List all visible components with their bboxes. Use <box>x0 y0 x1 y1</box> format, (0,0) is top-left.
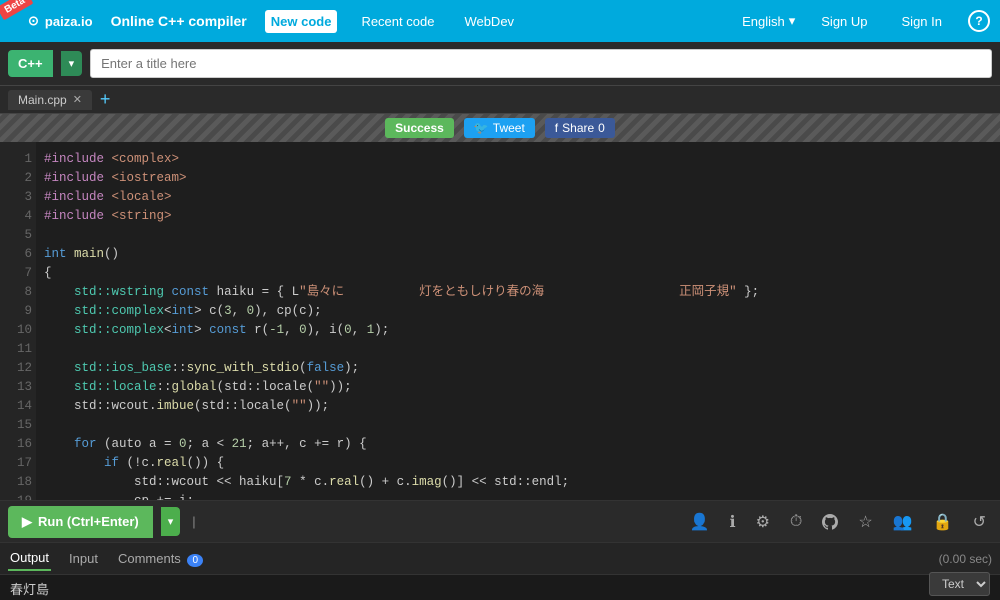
bottom-toolbar: ▶ Run (Ctrl+Enter) ▾ | 👤 ℹ ⚙ ⏱ ☆ 👥 🔒 ↺ <box>0 500 1000 542</box>
language-label: English <box>742 14 785 29</box>
signin-button[interactable]: Sign In <box>894 10 950 33</box>
success-badge: Success <box>385 118 454 138</box>
output-tabs: Output Input Comments 0 (0.00 sec) <box>0 543 1000 575</box>
output-panel: Output Input Comments 0 (0.00 sec) 春灯島 な… <box>0 542 1000 600</box>
code-content[interactable]: #include <complex> #include <iostream> #… <box>36 142 1000 500</box>
top-nav: Beta ⊙ paiza.io Online C++ compiler New … <box>0 0 1000 42</box>
app-wrapper: Beta ⊙ paiza.io Online C++ compiler New … <box>0 0 1000 600</box>
output-time: (0.00 sec) <box>939 552 992 566</box>
tab-comments[interactable]: Comments 0 <box>116 547 205 570</box>
language-dropdown[interactable]: C++ <box>8 50 53 77</box>
toolbar: C++ ▾ <box>0 42 1000 86</box>
help-icon[interactable]: ? <box>968 10 990 32</box>
logo-area: ⊙ paiza.io <box>28 13 93 29</box>
nav-new-code[interactable]: New code <box>265 10 338 33</box>
output-footer: Text <box>919 568 1000 600</box>
refresh-icon[interactable]: ↺ <box>967 512 992 532</box>
github-icon[interactable] <box>816 514 844 530</box>
tab-add-button[interactable]: + <box>96 89 115 110</box>
community-icon[interactable]: 👥 <box>887 512 919 532</box>
tweet-label: Tweet <box>493 121 525 135</box>
language-select[interactable]: English ▾ <box>742 13 795 29</box>
tab-filename: Main.cpp <box>18 93 67 107</box>
line-numbers: 12345 678910 1112131415 1617181920 21222… <box>0 142 36 500</box>
code-editor[interactable]: 12345 678910 1112131415 1617181920 21222… <box>0 142 1000 500</box>
tweet-button[interactable]: 🐦 Tweet <box>464 118 535 138</box>
fb-share-label: Share <box>562 121 594 135</box>
signup-button[interactable]: Sign Up <box>813 10 875 33</box>
settings-icon[interactable]: ⚙ <box>750 512 776 532</box>
fb-share-count: 0 <box>598 121 605 135</box>
profile-icon[interactable]: 👤 <box>684 512 716 532</box>
language-dropdown-arrow[interactable]: ▾ <box>61 51 83 76</box>
text-format-select[interactable]: Text <box>929 572 990 596</box>
cursor-indicator: | <box>188 514 199 529</box>
tab-input[interactable]: Input <box>67 547 100 570</box>
output-line-1: 春灯島 <box>10 581 990 600</box>
logo-icon: ⊙ <box>28 13 39 29</box>
facebook-icon: f <box>555 121 558 135</box>
run-icon: ▶ <box>22 514 32 530</box>
compiler-title: Online C++ compiler <box>111 13 247 29</box>
tabs-row: Main.cpp ✕ + <box>0 86 1000 114</box>
nav-webdev[interactable]: WebDev <box>458 10 520 33</box>
output-content: 春灯島 な々 <box>0 575 1000 600</box>
run-button-arrow[interactable]: ▾ <box>161 507 181 536</box>
run-button[interactable]: ▶ Run (Ctrl+Enter) <box>8 506 153 538</box>
run-label: Run (Ctrl+Enter) <box>38 514 139 529</box>
tab-main-cpp[interactable]: Main.cpp ✕ <box>8 90 92 110</box>
clock-icon[interactable]: ⏱ <box>784 513 808 531</box>
logo-name: paiza.io <box>45 14 93 29</box>
comments-badge: 0 <box>187 554 203 567</box>
star-icon[interactable]: ☆ <box>852 512 878 532</box>
title-input[interactable] <box>90 49 992 78</box>
tab-close-icon[interactable]: ✕ <box>73 93 82 106</box>
lock-icon[interactable]: 🔒 <box>927 512 959 532</box>
nav-recent-code[interactable]: Recent code <box>355 10 440 33</box>
status-bar: Success 🐦 Tweet f Share 0 <box>0 114 1000 142</box>
info-icon[interactable]: ℹ <box>724 512 742 532</box>
twitter-icon: 🐦 <box>474 121 489 135</box>
facebook-share-button[interactable]: f Share 0 <box>545 118 615 138</box>
tab-output[interactable]: Output <box>8 546 51 571</box>
language-arrow: ▾ <box>789 13 796 29</box>
